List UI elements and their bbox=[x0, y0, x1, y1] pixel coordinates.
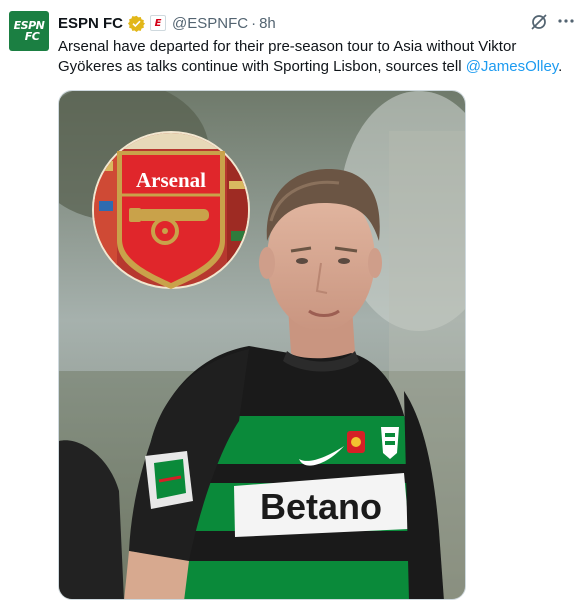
tweet-text-end: . bbox=[558, 58, 563, 75]
tweet-text: Arsenal have departed for their pre-seas… bbox=[58, 37, 573, 77]
tweet-text-body: Arsenal have departed for their pre-seas… bbox=[58, 38, 517, 75]
tweet[interactable]: ESPN FC ESPN FC E @ESPNFC · 8h Arsenal h… bbox=[0, 0, 580, 600]
badge-text: Arsenal bbox=[136, 168, 206, 192]
timestamp[interactable]: 8h bbox=[259, 15, 276, 32]
grok-icon[interactable] bbox=[529, 12, 549, 32]
mention-link[interactable]: @JamesOlley bbox=[466, 58, 558, 75]
player-photo: Arsenal Betano bbox=[59, 91, 465, 599]
affiliate-badge-text: E bbox=[154, 17, 162, 29]
separator-dot: · bbox=[251, 14, 257, 32]
avatar[interactable]: ESPN FC bbox=[9, 11, 49, 51]
display-name[interactable]: ESPN FC bbox=[58, 15, 123, 32]
more-options-icon[interactable] bbox=[556, 11, 576, 31]
affiliate-badge[interactable]: E bbox=[150, 15, 167, 31]
verified-badge-icon bbox=[128, 15, 146, 32]
tweet-image[interactable]: Arsenal Betano bbox=[58, 90, 466, 600]
sponsor-text: Betano bbox=[260, 486, 382, 527]
handle[interactable]: @ESPNFC bbox=[172, 15, 248, 32]
tweet-header: ESPN FC E @ESPNFC · 8h bbox=[58, 12, 276, 34]
avatar-text-fc: FC bbox=[24, 30, 40, 43]
